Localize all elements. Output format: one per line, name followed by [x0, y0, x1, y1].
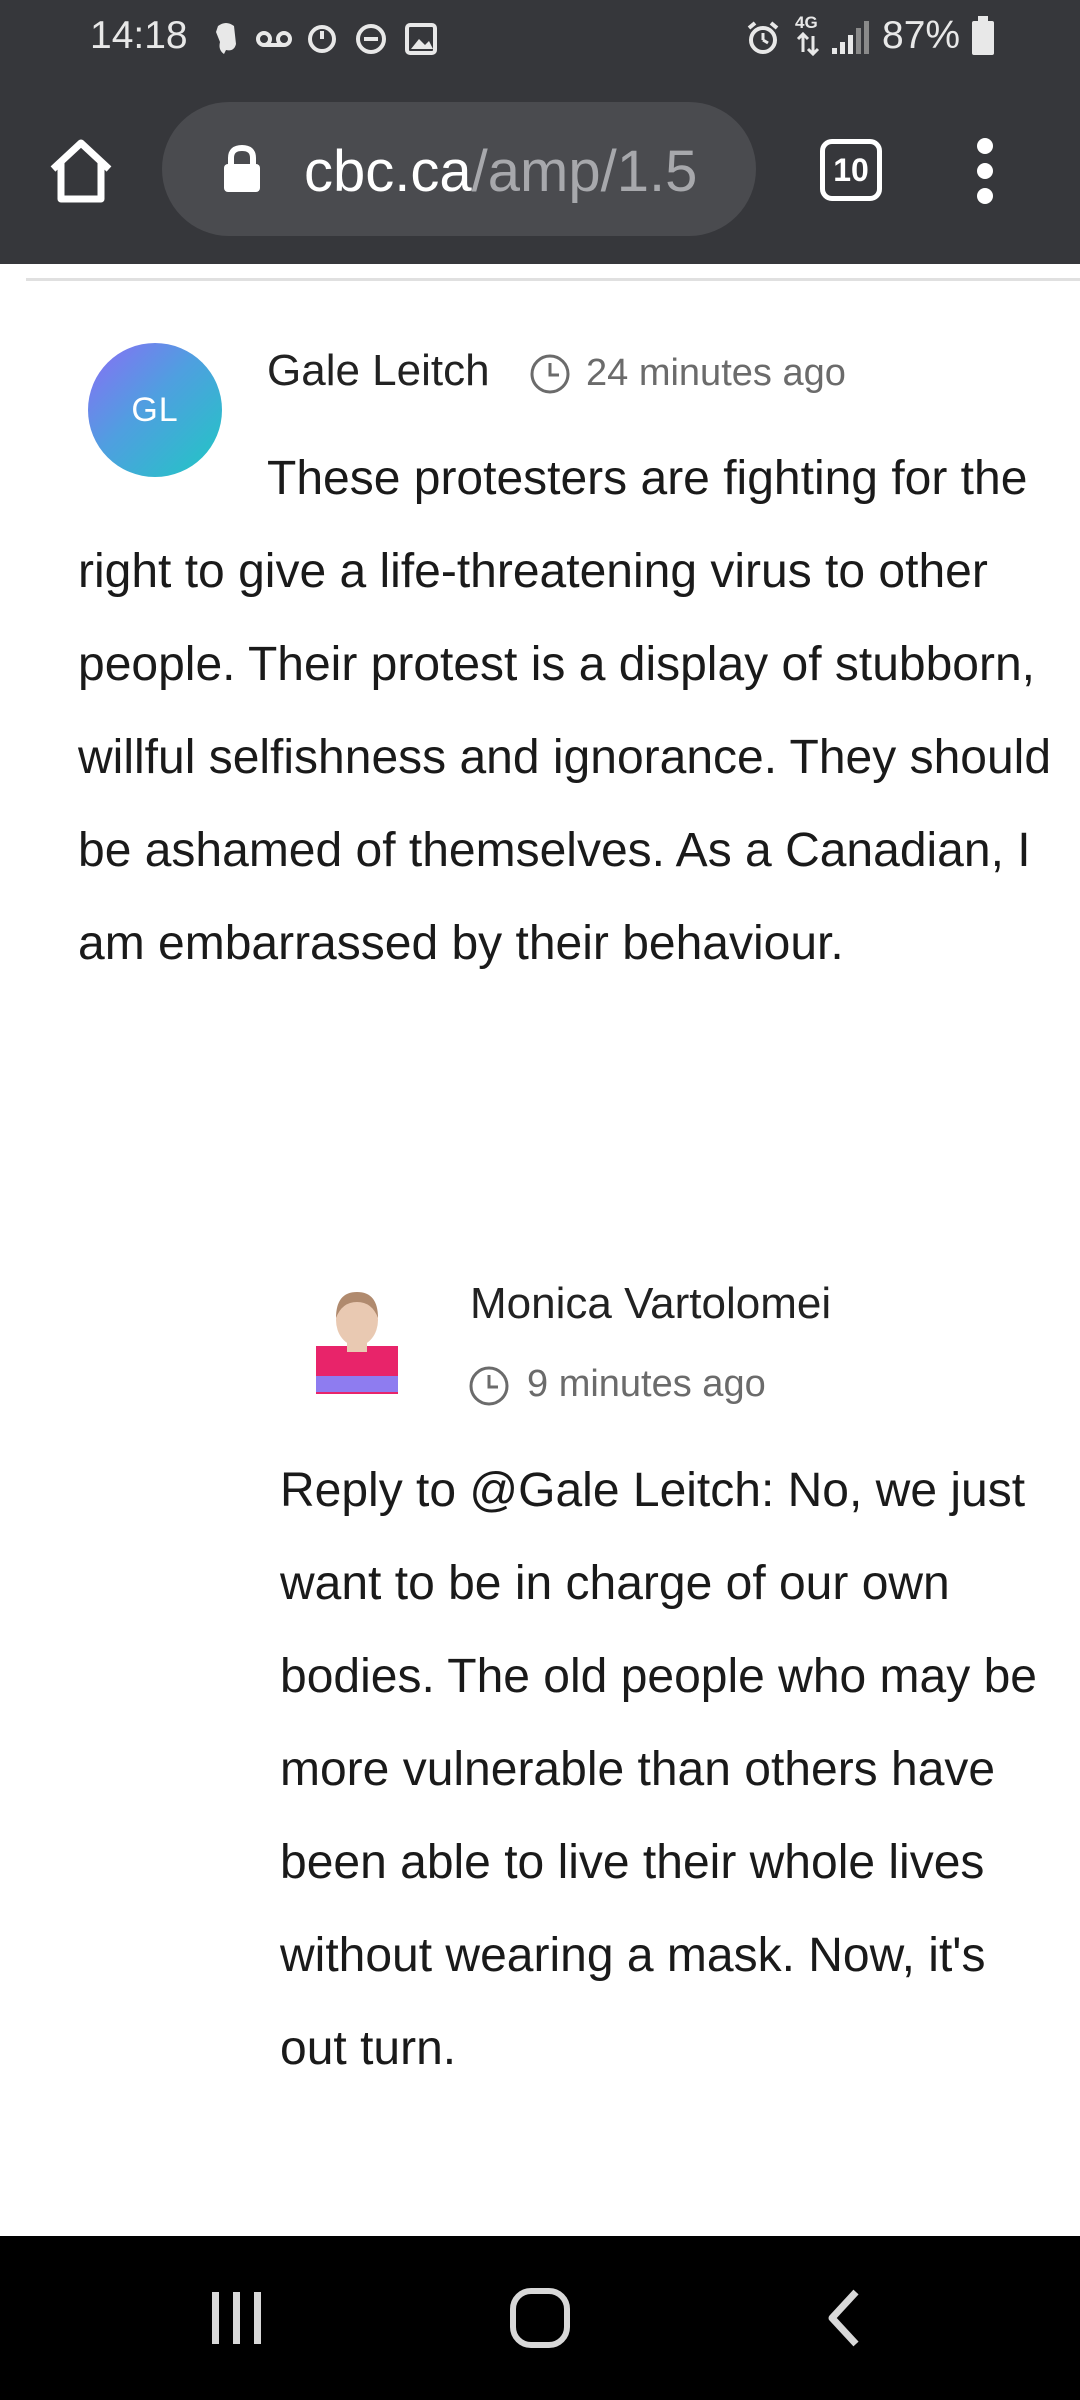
recent-apps-button[interactable] [208, 2290, 266, 2346]
comments-section: GL Gale Leitch 24 minutes ago These prot… [0, 264, 1080, 2236]
battery-percent: 87% [882, 14, 961, 57]
status-bar: 14:18 4G 87% [0, 0, 1080, 78]
url-path: /amp/1.5 [471, 139, 698, 204]
lock-icon [224, 144, 260, 192]
clock-icon [530, 354, 570, 394]
comment-author[interactable]: Gale Leitch [267, 346, 490, 396]
evernote-icon [216, 23, 236, 54]
avatar-initials: GL [131, 391, 179, 429]
network-type-indicator: 4G [795, 14, 821, 61]
divider [26, 278, 1080, 281]
voicemail-icon [256, 31, 292, 47]
overflow-menu-button[interactable] [968, 138, 1004, 204]
comment-author[interactable]: Monica Vartolomei [470, 1279, 831, 1329]
home-nav-button[interactable] [508, 2286, 572, 2350]
comment-text: Reply to @Gale Leitch: No, we just want … [280, 1464, 1037, 2075]
system-navigation-bar [0, 2236, 1080, 2400]
home-button[interactable] [45, 135, 117, 207]
comment-timestamp: 9 minutes ago [527, 1363, 766, 1405]
tab-switcher-button[interactable]: 10 [820, 139, 882, 201]
signal-strength-icon [832, 21, 869, 54]
browser-toolbar: cbc.ca/amp/1.5 10 [0, 78, 1080, 264]
do-not-disturb-icon [356, 24, 386, 54]
battery-icon [972, 16, 994, 55]
url-text: cbc.ca/amp/1.5 [304, 138, 697, 205]
clock-icon [469, 1366, 509, 1406]
address-bar[interactable]: cbc.ca/amp/1.5 [162, 102, 756, 236]
menu-dot [977, 188, 993, 204]
alarm-icon [747, 21, 779, 54]
comment-text: These protesters are fighting for the ri… [78, 452, 1052, 970]
sync-timer-icon [308, 25, 336, 53]
url-host: cbc.ca [304, 139, 472, 204]
gallery-icon [405, 23, 437, 55]
data-arrows-icon [796, 31, 820, 57]
network-type-label: 4G [795, 13, 818, 32]
comment-timestamp: 24 minutes ago [586, 352, 846, 394]
back-button[interactable] [822, 2288, 866, 2348]
menu-dot [977, 163, 993, 179]
tab-count: 10 [833, 152, 869, 188]
status-time: 14:18 [90, 14, 188, 57]
avatar [314, 1284, 400, 1394]
menu-dot [977, 138, 993, 154]
